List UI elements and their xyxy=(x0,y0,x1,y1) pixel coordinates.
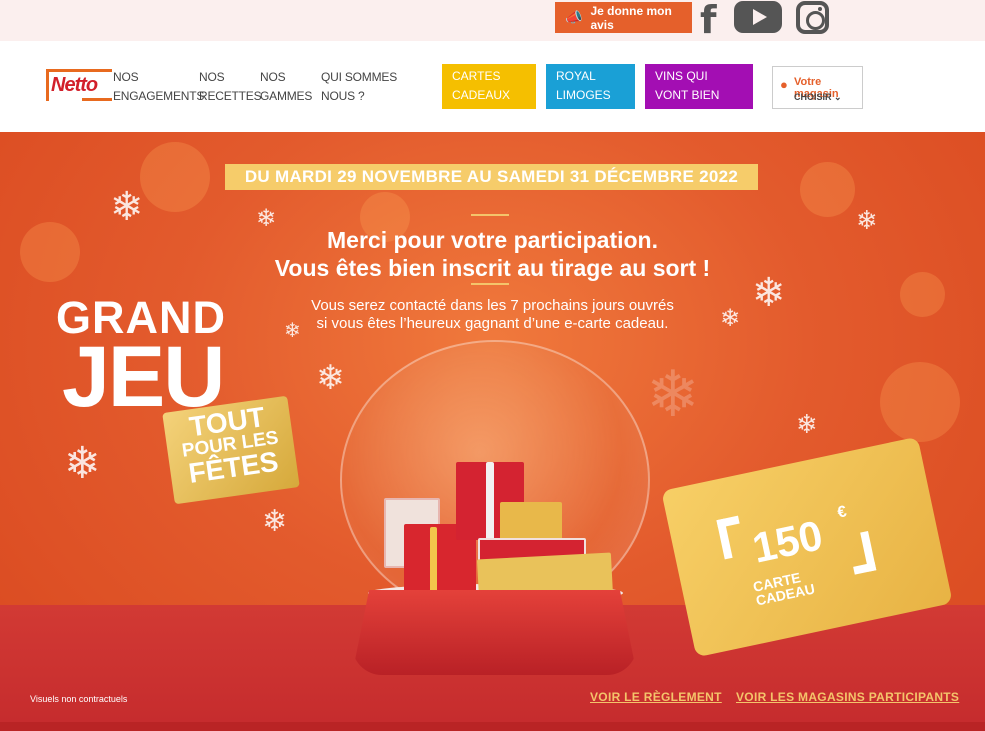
store-selector[interactable]: ● Votre magasin CHOISIR ⌄ xyxy=(772,66,863,109)
megaphone-icon: 📣 xyxy=(565,9,583,25)
nav-link-engagements[interactable]: NOS ENGAGEMENTS xyxy=(113,68,204,106)
gift-ribbon xyxy=(430,527,437,592)
logo-frame-bar xyxy=(82,98,112,101)
store-action-label: CHOISIR xyxy=(794,92,832,102)
confirmation-line-2: Vous êtes bien inscrit au tirage au sort… xyxy=(274,255,711,281)
gift-ribbon xyxy=(486,462,494,540)
date-band: DU MARDI 29 NOVEMBRE AU SAMEDI 31 DÉCEMB… xyxy=(225,164,758,190)
snowflake-icon: ❄ xyxy=(796,410,818,440)
contact-message: Vous serez contacté dans les 7 prochains… xyxy=(250,297,735,333)
contact-line-1: Vous serez contacté dans les 7 prochains… xyxy=(311,297,674,314)
snowflake-icon: ❄ xyxy=(856,206,878,236)
snowflake-icon: ❄ xyxy=(316,358,345,398)
stores-link[interactable]: VOIR LES MAGASINS PARTICIPANTS xyxy=(736,690,959,704)
nav-link-qui-sommes-nous[interactable]: QUI SOMMES NOUS ? xyxy=(321,68,421,106)
separator xyxy=(471,283,509,285)
bokeh-light xyxy=(880,362,960,442)
store-action: CHOISIR ⌄ xyxy=(794,92,842,103)
contact-line-2: si vous êtes l’heureux gagnant d’une e-c… xyxy=(316,315,669,332)
logo-text: Netto xyxy=(51,74,98,96)
netto-logo[interactable]: Netto xyxy=(46,69,112,101)
card-amount: 150 xyxy=(748,511,827,572)
feedback-button-label: Je donne mon avis xyxy=(590,3,672,32)
tout-pour-les-fetes-tag: TOUT POUR LES FÊTES xyxy=(162,395,300,505)
snowflake-icon: ❄ xyxy=(646,358,700,432)
nav-link-recettes[interactable]: NOS RECETTES xyxy=(199,68,262,106)
feedback-button[interactable]: 📣 Je donne mon avis xyxy=(555,2,692,33)
instagram-icon[interactable] xyxy=(796,1,829,34)
snowflake-icon: ❄ xyxy=(110,184,144,230)
top-utility-bar: 📣 Je donne mon avis f xyxy=(0,0,985,42)
facebook-icon[interactable]: f xyxy=(700,0,717,42)
gift-box xyxy=(500,502,562,542)
snow-globe-base xyxy=(352,590,637,675)
card-bracket-bottom-right xyxy=(846,530,877,575)
bokeh-light xyxy=(800,162,855,217)
bokeh-light xyxy=(900,272,945,317)
nav-box-vins[interactable]: VINS QUI VONT BIEN xyxy=(645,64,753,109)
confirmation-message: Merci pour votre participation. Vous ête… xyxy=(200,226,785,282)
rules-link[interactable]: VOIR LE RÈGLEMENT xyxy=(590,690,722,704)
youtube-icon[interactable] xyxy=(734,1,782,33)
bottom-strip xyxy=(0,722,985,731)
chevron-down-icon: ⌄ xyxy=(834,92,842,102)
snowflake-icon: ❄ xyxy=(64,438,101,489)
nav-box-royal-limoges[interactable]: ROYAL LIMOGES xyxy=(546,64,635,109)
snowflake-icon: ❄ xyxy=(262,504,288,539)
card-label: CARTE CADEAU xyxy=(751,568,816,608)
bokeh-light xyxy=(140,142,210,212)
nav-box-cartes-cadeaux[interactable]: CARTES CADEAUX xyxy=(442,64,536,109)
disclaimer: Visuels non contractuels xyxy=(30,694,128,704)
card-currency: € xyxy=(835,503,849,522)
separator xyxy=(471,214,509,216)
hero-banner: ❄ ❄ ❄ ❄ ❄ ❄ ❄ ❄ ❄ ❄ ❄ DU MARDI 29 NOVEMB… xyxy=(0,132,985,731)
card-bracket-top-left xyxy=(716,515,747,560)
confirmation-line-1: Merci pour votre participation. xyxy=(327,227,658,253)
nav-link-gammes[interactable]: NOS GAMMES xyxy=(260,68,312,106)
main-nav: Netto NOS ENGAGEMENTS NOS RECETTES NOS G… xyxy=(0,41,985,132)
bokeh-light xyxy=(20,222,80,282)
location-pin-icon: ● xyxy=(780,77,788,92)
